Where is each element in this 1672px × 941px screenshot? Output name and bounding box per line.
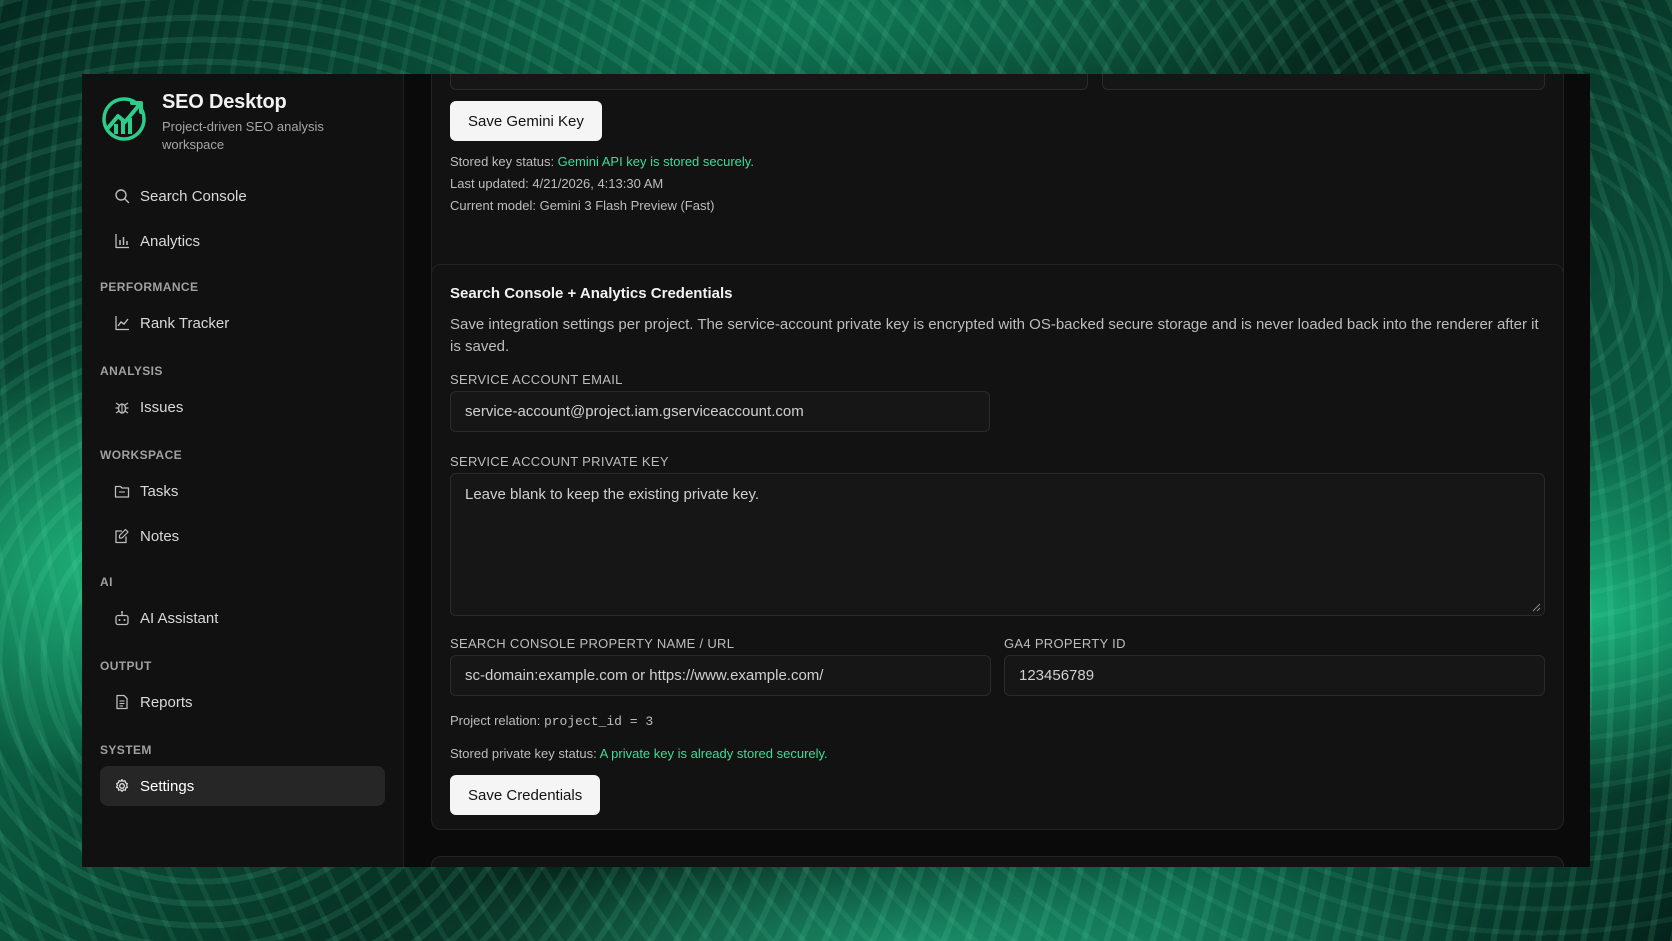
app-subtitle: Project-driven SEO analysis workspace — [162, 119, 324, 152]
sidebar-item-label: Reports — [140, 693, 193, 711]
email-placeholder: service-account@project.iam.gserviceacco… — [465, 403, 804, 420]
sidebar-item-label: Tasks — [140, 482, 179, 500]
growth-chart-logo-icon — [102, 97, 146, 141]
next-settings-card — [431, 856, 1564, 867]
edit-note-icon — [114, 528, 130, 544]
gemini-key-input[interactable] — [450, 74, 1088, 90]
section-label-performance: PERFORMANCE — [100, 280, 199, 294]
sidebar-item-label: Issues — [140, 398, 184, 416]
save-gemini-key-button[interactable]: Save Gemini Key — [450, 101, 602, 141]
app-window: SEO Desktop Project-driven SEO analysis … — [82, 74, 1590, 867]
private-key-status: Stored private key status: A private key… — [450, 746, 828, 761]
ga4-property-label: GA4 PROPERTY ID — [1004, 636, 1126, 651]
credentials-description: Save integration settings per project. T… — [450, 316, 1539, 355]
private-key-textarea[interactable]: Leave blank to keep the existing private… — [450, 473, 1545, 616]
gemini-model-select[interactable] — [1102, 74, 1545, 90]
section-label-workspace: WORKSPACE — [100, 448, 183, 462]
property-label: SEARCH CONSOLE PROPERTY NAME / URL — [450, 636, 735, 651]
section-label-system: SYSTEM — [100, 743, 152, 757]
gemini-current-model: Current model: Gemini 3 Flash Preview (F… — [450, 198, 715, 213]
sidebar-item-label: Settings — [140, 777, 195, 795]
sidebar-item-label: Notes — [140, 527, 180, 545]
gemini-key-status: Stored key status: Gemini API key is sto… — [450, 154, 754, 169]
sidebar-item-rank-tracker[interactable]: Rank Tracker — [100, 303, 385, 343]
bug-icon — [114, 399, 130, 415]
sidebar-item-issues[interactable]: Issues — [100, 387, 385, 427]
file-text-icon — [114, 694, 130, 710]
save-credentials-button[interactable]: Save Credentials — [450, 775, 601, 815]
sidebar-item-label: AI Assistant — [140, 609, 219, 627]
gemini-last-updated: Last updated: 4/21/2026, 4:13:30 AM — [450, 176, 664, 191]
bar-chart-icon — [114, 233, 130, 249]
private-key-status-value: A private key is already stored securely… — [599, 746, 828, 761]
sidebar-item-label: Analytics — [140, 232, 201, 250]
gear-icon — [114, 778, 130, 794]
sidebar-item-settings[interactable]: Settings — [100, 766, 385, 806]
sidebar-item-search-console[interactable]: Search Console — [100, 176, 385, 216]
service-account-email-label: SERVICE ACCOUNT EMAIL — [450, 372, 623, 387]
sidebar-item-label: Search Console — [140, 187, 247, 205]
private-key-label: SERVICE ACCOUNT PRIVATE KEY — [450, 454, 669, 469]
section-label-ai: AI — [100, 575, 113, 589]
sidebar: SEO Desktop Project-driven SEO analysis … — [82, 74, 404, 867]
sidebar-item-notes[interactable]: Notes — [100, 516, 385, 556]
gemini-key-status-value: Gemini API key is stored securely. — [557, 154, 754, 169]
folder-icon — [114, 483, 130, 499]
sidebar-item-ai-assistant[interactable]: AI Assistant — [100, 598, 385, 638]
section-label-output: OUTPUT — [100, 659, 152, 673]
project-relation: Project relation: project_id = 3 — [450, 713, 654, 729]
credentials-title: Search Console + Analytics Credentials — [450, 285, 733, 302]
property-placeholder: sc-domain:example.com or https://www.exa… — [465, 667, 824, 684]
project-relation-value: project_id = 3 — [543, 714, 654, 729]
line-chart-icon — [114, 315, 130, 331]
ga4-placeholder: 123456789 — [1019, 667, 1095, 684]
search-console-property-input[interactable]: sc-domain:example.com or https://www.exa… — [450, 655, 991, 696]
sidebar-item-analytics[interactable]: Analytics — [100, 221, 385, 261]
brand: SEO Desktop Project-driven SEO analysis … — [100, 90, 385, 154]
credentials-card: Search Console + Analytics Credentials S… — [431, 264, 1564, 830]
section-label-analysis: ANALYSIS — [100, 364, 163, 378]
private-key-placeholder: Leave blank to keep the existing private… — [465, 486, 760, 503]
sidebar-item-label: Rank Tracker — [140, 314, 230, 332]
sidebar-item-tasks[interactable]: Tasks — [100, 471, 385, 511]
settings-main: Save Gemini Key Stored key status: Gemin… — [404, 74, 1590, 867]
bot-icon — [114, 610, 130, 626]
ga4-property-id-input[interactable]: 123456789 — [1004, 655, 1545, 696]
resize-handle-icon[interactable] — [1531, 602, 1541, 612]
service-account-email-input[interactable]: service-account@project.iam.gserviceacco… — [450, 391, 990, 432]
app-title: SEO Desktop — [162, 91, 287, 113]
sidebar-item-reports[interactable]: Reports — [100, 682, 385, 722]
search-icon — [114, 188, 130, 204]
